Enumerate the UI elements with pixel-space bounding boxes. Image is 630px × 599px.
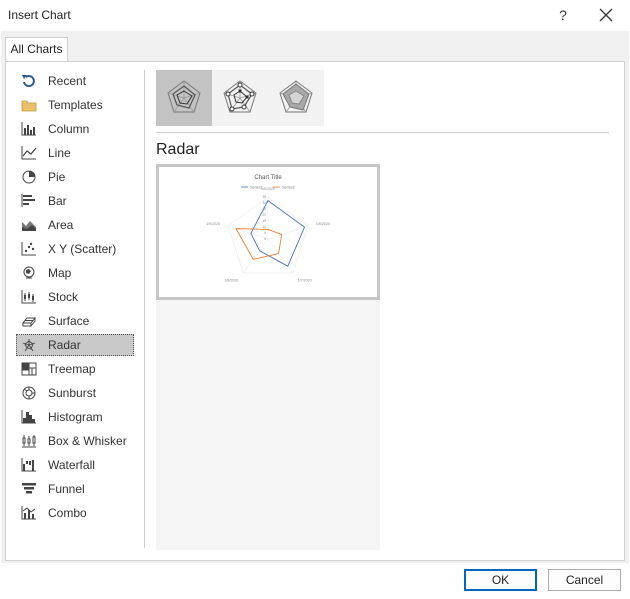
sidebar-item-label: Line [48, 146, 71, 160]
radar-with-markers-subtype-icon [223, 80, 257, 113]
sidebar-item-column[interactable]: Column [16, 118, 134, 140]
ok-button[interactable]: OK [464, 569, 537, 591]
treemap-chart-icon [19, 361, 39, 377]
sidebar-item-combo[interactable]: Combo [16, 502, 134, 524]
sidebar-item-label: Column [48, 122, 90, 136]
sidebar-item-label: Templates [48, 98, 103, 112]
sidebar-item-label: Funnel [48, 482, 85, 496]
close-button[interactable] [594, 3, 618, 27]
title-bar: Insert Chart ? [0, 0, 630, 30]
help-button[interactable]: ? [552, 3, 574, 27]
radar-subtype-icon [167, 80, 201, 113]
sidebar-item-label: Box & Whisker [48, 434, 127, 448]
box-whisker-chart-icon [19, 433, 39, 449]
radar-category-label: 1/9/2020 [206, 222, 220, 226]
sidebar-item-histogram[interactable]: Histogram [16, 406, 134, 428]
sidebar-item-waterfall[interactable]: Waterfall [16, 454, 134, 476]
radar-tick-label: 10 [262, 225, 266, 229]
sidebar-item-pie[interactable]: Pie [16, 166, 134, 188]
radar-category-label: 1/8/2020 [224, 278, 238, 282]
sidebar-item-bar[interactable]: Bar [16, 190, 134, 212]
sidebar-item-line[interactable]: Line [16, 142, 134, 164]
sidebar-item-recent[interactable]: Recent [16, 70, 134, 92]
pie-chart-icon [19, 169, 39, 185]
tab-pane: Recent Templates Column Line Pie Bar Are… [5, 61, 625, 561]
radar-tick-label: 5 [264, 231, 266, 235]
chart-type-list: Recent Templates Column Line Pie Bar Are… [16, 70, 134, 550]
sunburst-chart-icon [19, 385, 39, 401]
folder-icon [19, 97, 39, 113]
sidebar-divider [144, 70, 145, 548]
radar-tick-label: 35 [262, 195, 266, 199]
filled-radar-subtype-icon [279, 80, 313, 113]
tab-all-charts[interactable]: All Charts [5, 37, 68, 62]
dialog-content: All Charts Recent Templates Column Line … [1, 31, 629, 563]
funnel-chart-icon [19, 481, 39, 497]
sidebar-item-treemap[interactable]: Treemap [16, 358, 134, 380]
sidebar-item-area[interactable]: Area [16, 214, 134, 236]
sidebar-item-label: Sunburst [48, 386, 97, 400]
sidebar-item-label: Stock [48, 290, 79, 304]
area-chart-icon [19, 217, 39, 233]
sidebar-item-label: Waterfall [48, 458, 95, 472]
sidebar-item-funnel[interactable]: Funnel [16, 478, 134, 500]
map-chart-icon [19, 265, 39, 281]
sidebar-item-label: X Y (Scatter) [48, 242, 117, 256]
line-chart-icon [19, 145, 39, 161]
radar-tick-label: 15 [262, 219, 266, 223]
close-icon [599, 8, 613, 22]
radar-tick-label: 0 [264, 237, 266, 241]
sidebar-item-label: Recent [48, 74, 87, 88]
legend-series2: Series2 [282, 186, 295, 190]
sidebar-item-stock[interactable]: Stock [16, 286, 134, 308]
recent-icon [19, 73, 39, 89]
preview-chart-title: Chart Title [254, 175, 282, 181]
sidebar-item-label: Bar [48, 194, 67, 208]
chart-subtype-gallery [156, 70, 324, 126]
subtype-title: Radar [156, 141, 200, 158]
sidebar-item-label: Treemap [48, 362, 96, 376]
radar-tick-label: 20 [262, 213, 266, 217]
sidebar-item-label: Combo [48, 506, 87, 520]
radar-category-label: 1/5/2020 [261, 187, 275, 191]
stock-chart-icon [19, 289, 39, 305]
dialog-title: Insert Chart [8, 8, 71, 22]
subtype-radar-with-markers[interactable] [212, 70, 268, 126]
subtype-radar[interactable] [156, 70, 212, 126]
sidebar-item-radar[interactable]: Radar [16, 334, 134, 356]
cancel-button[interactable]: Cancel [548, 569, 621, 591]
scatter-chart-icon [19, 241, 39, 257]
sidebar-item-surface[interactable]: Surface [16, 310, 134, 332]
sidebar-item-templates[interactable]: Templates [16, 94, 134, 116]
radar-category-label: 1/7/2020 [298, 278, 312, 282]
bar-chart-icon [19, 193, 39, 209]
chart-preview-area: Chart Title Series1 Series2 35 30 25 20 15 10… [156, 164, 380, 550]
surface-chart-icon [19, 313, 39, 329]
dialog-footer: OK Cancel [0, 563, 630, 599]
histogram-chart-icon [19, 409, 39, 425]
radar-chart-icon [19, 337, 39, 353]
waterfall-chart-icon [19, 457, 39, 473]
radar-series-2 [235, 228, 283, 260]
combo-chart-icon [19, 505, 39, 521]
chart-preview[interactable]: Chart Title Series1 Series2 35 30 25 20 15 10… [156, 164, 380, 300]
radar-chart-preview: Chart Title Series1 Series2 353025201510… [206, 175, 330, 282]
sidebar-item-label: Histogram [48, 410, 103, 424]
sidebar-item-scatter[interactable]: X Y (Scatter) [16, 238, 134, 260]
column-chart-icon [19, 121, 39, 137]
radar-spoke [243, 238, 269, 274]
sidebar-item-map[interactable]: Map [16, 262, 134, 284]
sidebar-item-label: Area [48, 218, 74, 232]
sidebar-item-box-whisker[interactable]: Box & Whisker [16, 430, 134, 452]
sidebar-item-sunburst[interactable]: Sunburst [16, 382, 134, 404]
sidebar-item-label: Radar [48, 338, 81, 352]
sidebar-item-label: Surface [48, 314, 90, 328]
sidebar-item-label: Pie [48, 170, 66, 184]
subtype-divider [156, 132, 609, 133]
radar-category-label: 1/6/2020 [316, 222, 330, 226]
sidebar-item-label: Map [48, 266, 72, 280]
subtype-filled-radar[interactable] [268, 70, 324, 126]
